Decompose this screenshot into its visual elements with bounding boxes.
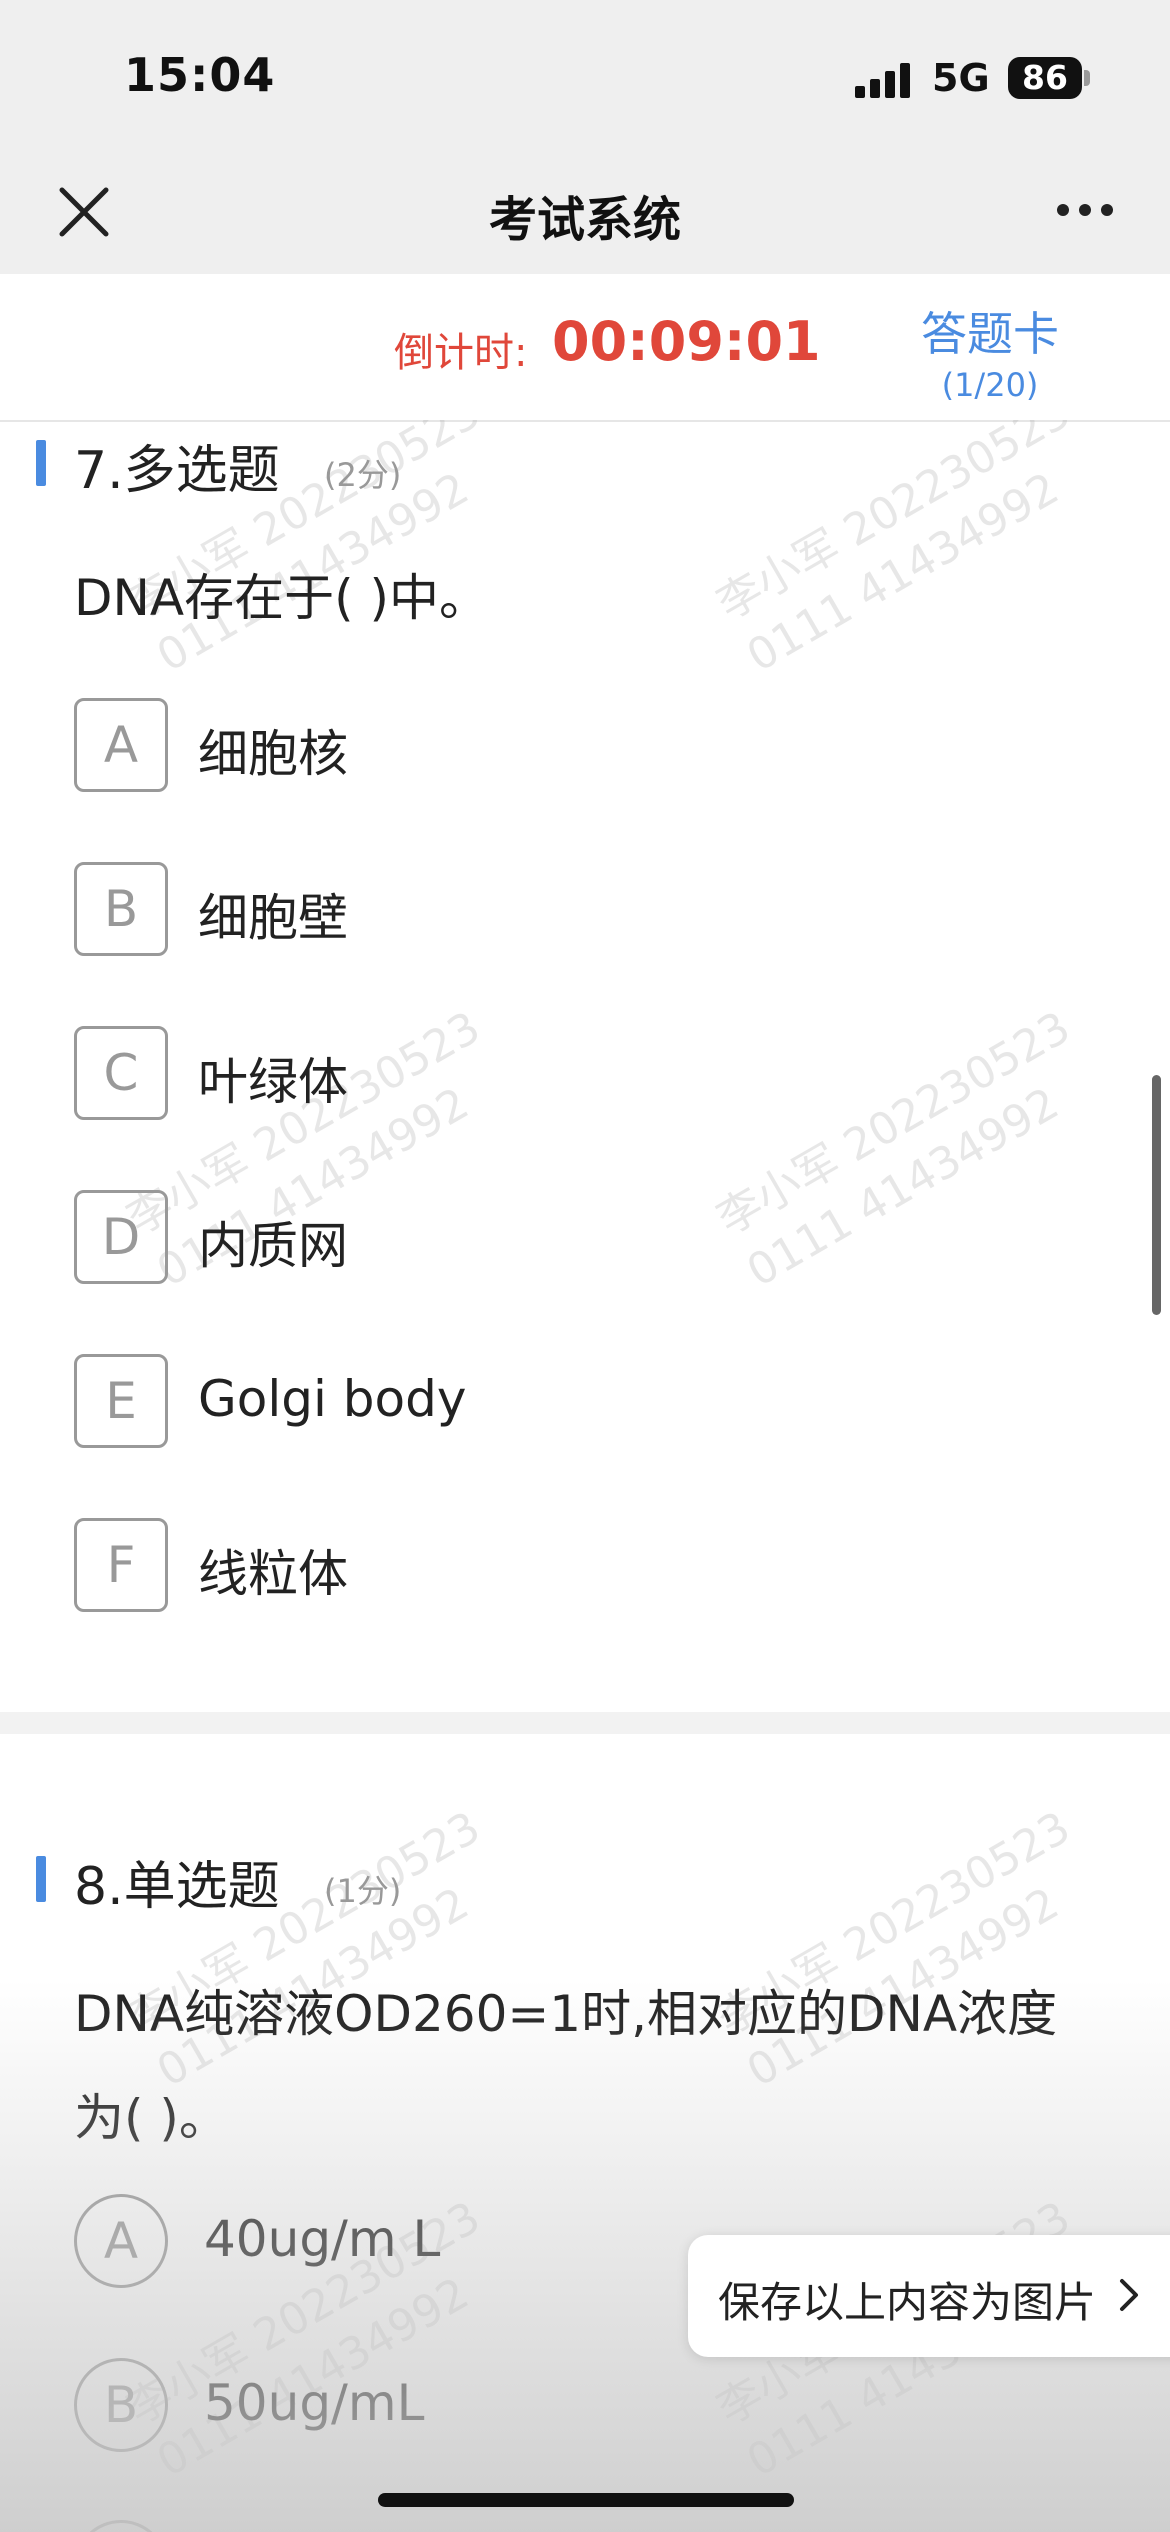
option-text: 细胞壁 xyxy=(198,889,348,947)
signal-icon xyxy=(855,62,915,98)
timer-bar: 倒计时: 00:09:01 答题卡 (1/20) xyxy=(0,274,1170,422)
scrollbar[interactable] xyxy=(1152,1075,1161,1315)
question-score: (1分) xyxy=(324,1872,402,1910)
option-key: B xyxy=(74,862,168,956)
option-key xyxy=(74,2520,168,2532)
option-e[interactable]: E Golgi body xyxy=(74,1354,1074,1454)
option-key: B xyxy=(74,2358,168,2452)
answer-card-button[interactable]: 答题卡 (1/20) xyxy=(900,298,1080,404)
option-key: F xyxy=(74,1518,168,1612)
question-score: (2分) xyxy=(324,456,402,494)
option-key: A xyxy=(74,2194,168,2288)
question-divider xyxy=(0,1712,1170,1734)
option-text: 50ug/mL xyxy=(204,2374,425,2432)
question-text: DNA存在于( )中。 xyxy=(74,569,490,627)
option-f[interactable]: F 线粒体 xyxy=(74,1518,1074,1618)
option-key: A xyxy=(74,698,168,792)
countdown-value: 00:09:01 xyxy=(552,310,821,373)
option-text: 40ug/m L xyxy=(204,2210,441,2268)
option-text: 叶绿体 xyxy=(198,1053,348,1111)
option-text: Golgi body xyxy=(198,1370,467,1428)
option-next-partial[interactable] xyxy=(74,2520,1074,2532)
countdown-label: 倒计时: xyxy=(394,330,528,376)
option-text: 线粒体 xyxy=(198,1545,348,1603)
network-type: 5G xyxy=(932,56,990,100)
save-as-image-button[interactable]: 保存以上内容为图片 xyxy=(688,2235,1170,2357)
option-a[interactable]: A 细胞核 xyxy=(74,698,1074,798)
answer-card-label: 答题卡 xyxy=(921,307,1059,361)
question-title: 7.多选题 xyxy=(74,441,280,501)
battery-tip xyxy=(1084,70,1090,86)
option-b[interactable]: B 50ug/mL xyxy=(74,2358,1074,2458)
question-list[interactable]: 李小军 202230523 0111 41434992 李小军 202230523… xyxy=(0,420,1170,2532)
option-text: 内质网 xyxy=(198,1217,348,1275)
save-as-image-label: 保存以上内容为图片 xyxy=(718,2278,1097,2327)
chevron-right-icon xyxy=(1114,2275,1144,2315)
question-text: DNA纯溶液OD260=1时,相对应的DNA浓度为( )。 xyxy=(74,1985,1058,2147)
battery-icon: 86 xyxy=(1008,57,1082,99)
page-title: 考试系统 xyxy=(488,192,681,248)
status-time: 15:04 xyxy=(124,48,276,102)
status-bar: 15:04 5G 86 xyxy=(0,0,1170,150)
more-dots-icon[interactable] xyxy=(1055,198,1115,222)
option-c[interactable]: C 叶绿体 xyxy=(74,1026,1074,1126)
question-marker xyxy=(36,1856,46,1902)
home-indicator[interactable] xyxy=(378,2493,794,2507)
answer-card-progress: (1/20) xyxy=(941,366,1039,404)
option-d[interactable]: D 内质网 xyxy=(74,1190,1074,1290)
option-key: E xyxy=(74,1354,168,1448)
nav-bar: 考试系统 xyxy=(0,150,1170,274)
question-title: 8.单选题 xyxy=(74,1857,280,1917)
option-key: D xyxy=(74,1190,168,1284)
question-marker xyxy=(36,440,46,486)
option-key: C xyxy=(74,1026,168,1120)
option-text: 细胞核 xyxy=(198,725,348,783)
option-b[interactable]: B 细胞壁 xyxy=(74,862,1074,962)
